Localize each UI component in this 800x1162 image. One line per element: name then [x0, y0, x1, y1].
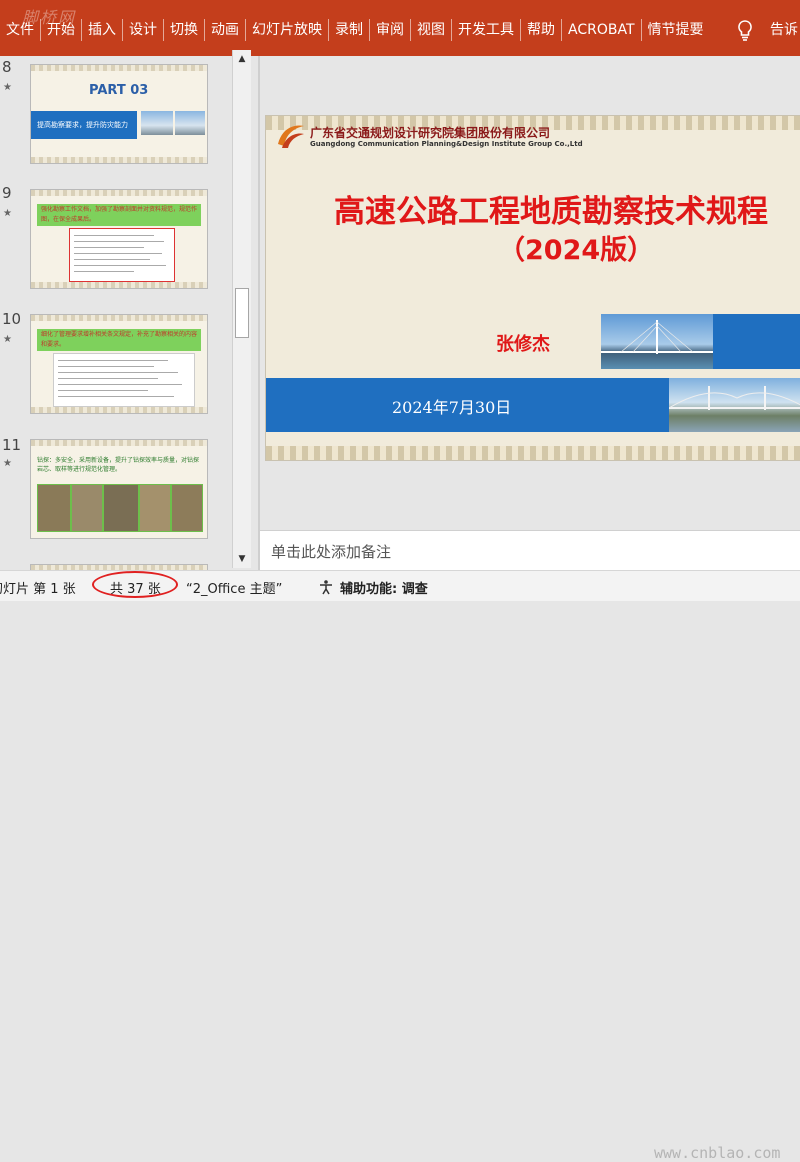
thumb-pattern: [31, 65, 207, 71]
thumb-document: [69, 228, 175, 282]
scroll-thumb[interactable]: [235, 288, 249, 338]
company-name-cn: 广东省交通规划设计研究院集团股份有限公司: [310, 126, 551, 140]
thumb-pattern: [31, 282, 207, 288]
notes-pane[interactable]: 单击此处添加备注: [260, 530, 800, 571]
bridge-illustration: [668, 386, 800, 410]
slide-number-9: 9: [2, 184, 12, 202]
animation-star-icon: ★: [3, 458, 12, 469]
thumb-pattern: [31, 440, 207, 446]
thumb-text: 钻探：多安全，采用新设备，提升了钻探效率与质量，对钻探岩芯、取样等进行规范化管理…: [37, 457, 200, 473]
accessibility-status[interactable]: 辅助功能: 调查: [340, 578, 428, 597]
lightbulb-icon[interactable]: [733, 18, 757, 42]
thumb-bar-text: 提高勘察要求，提升防灾能力: [31, 111, 137, 139]
accessibility-icon[interactable]: [318, 579, 334, 595]
thumb-photo: [139, 484, 171, 532]
slide-thumbnail-8[interactable]: PART 03 提高勘察要求，提升防灾能力: [30, 64, 208, 164]
scroll-down-arrow-icon[interactable]: ▼: [234, 551, 250, 567]
tab-design[interactable]: 设计: [122, 19, 163, 41]
bridge-photo-2: [668, 378, 800, 432]
thumb-green-box: 细化了管理要求增补相关条文规定，补充了勘察相关的内容和要求。: [37, 329, 201, 351]
slide-thumbnail-10[interactable]: 细化了管理要求增补相关条文规定，补充了勘察相关的内容和要求。: [30, 314, 208, 414]
tab-review[interactable]: 审阅: [369, 19, 410, 41]
thumb-image: [175, 111, 205, 135]
presentation-date[interactable]: 2024年7月30日: [392, 394, 511, 418]
bridge-illustration: [601, 320, 713, 354]
thumb-pattern: [31, 190, 207, 196]
slide-thumbnail-11[interactable]: 钻探：多安全，采用新设备，提升了钻探效率与质量，对钻探岩芯、取样等进行规范化管理…: [30, 439, 208, 539]
slide-number-11: 11: [2, 436, 22, 454]
author-name[interactable]: 张修杰: [496, 330, 550, 356]
tell-me-search[interactable]: 告诉: [770, 19, 798, 39]
ribbon-tabs: 文件 开始 插入 设计 切换 动画 幻灯片放映 录制 审阅 视图 开发工具 帮助…: [0, 18, 710, 42]
current-slide[interactable]: 广东省交通规划设计研究院集团股份有限公司 Guangdong Communica…: [266, 116, 800, 460]
thumb-pattern: [31, 157, 207, 163]
slide-thumbnail-pane: 8 ★ PART 03 提高勘察要求，提升防灾能力 9 ★ 强化勘察工作文档，加…: [0, 56, 258, 570]
company-name-en: Guangdong Communication Planning&Design …: [310, 140, 583, 148]
tab-storyboard[interactable]: 情节提要: [640, 19, 710, 41]
scroll-up-arrow-icon[interactable]: ▲: [234, 51, 250, 67]
slide-title-version[interactable]: （2024版）: [498, 228, 654, 267]
thumb-photo: [171, 484, 203, 532]
ribbon: 脚桥网 文件 开始 插入 设计 切换 动画 幻灯片放映 录制 审阅 视图 开发工…: [0, 0, 800, 56]
tab-file[interactable]: 文件: [0, 19, 40, 41]
slide-border-pattern: [266, 446, 800, 460]
tab-slideshow[interactable]: 幻灯片放映: [245, 19, 328, 41]
notes-placeholder[interactable]: 单击此处添加备注: [271, 541, 391, 562]
thumb-part-title: PART 03: [89, 83, 149, 98]
company-logo-icon: [278, 125, 304, 148]
animation-star-icon: ★: [3, 82, 12, 93]
thumb-photo: [71, 484, 103, 532]
thumb-green-box: 强化勘察工作文档，加强了勘察剖面并对资料规范，规范作图，在保全成果后。: [37, 204, 201, 226]
slide-title[interactable]: 高速公路工程地质勘察技术规程: [334, 186, 768, 231]
thumb-photo: [103, 484, 139, 532]
tab-home[interactable]: 开始: [40, 19, 81, 41]
thumb-image: [141, 111, 173, 135]
theme-name: “2_Office 主题”: [186, 582, 283, 597]
tab-record[interactable]: 录制: [328, 19, 369, 41]
tab-transitions[interactable]: 切换: [163, 19, 204, 41]
thumb-document: [53, 353, 195, 407]
slide-thumbnail-9[interactable]: 强化勘察工作文档，加强了勘察剖面并对资料规范，规范作图，在保全成果后。: [30, 189, 208, 289]
tab-insert[interactable]: 插入: [81, 19, 122, 41]
slide-number-8: 8: [2, 58, 12, 76]
slide-number-10: 10: [2, 310, 22, 328]
thumb-pattern: [31, 315, 207, 321]
animation-star-icon: ★: [3, 208, 12, 219]
annotation-ellipse: [92, 571, 178, 598]
watermark-bottom: www.cnblao.com: [654, 1144, 781, 1162]
tab-developer[interactable]: 开发工具: [451, 19, 520, 41]
animation-star-icon: ★: [3, 334, 12, 345]
thumbnail-scrollbar[interactable]: ▲ ▼: [232, 50, 251, 568]
thumb-photo: [37, 484, 71, 532]
tab-acrobat[interactable]: ACROBAT: [561, 19, 641, 41]
thumb-pattern: [31, 407, 207, 413]
tab-view[interactable]: 视图: [410, 19, 451, 41]
tab-animations[interactable]: 动画: [204, 19, 245, 41]
tab-help[interactable]: 帮助: [520, 19, 561, 41]
bridge-photo: [601, 314, 713, 369]
slide-counter: 幻灯片 第 1 张: [0, 582, 76, 597]
